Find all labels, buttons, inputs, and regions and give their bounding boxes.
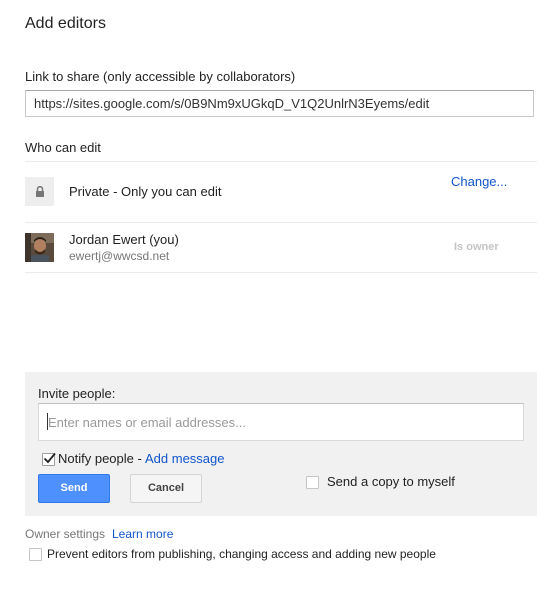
divider [25,272,537,273]
owner-settings-label: Owner settings [25,527,106,541]
avatar [25,233,54,262]
user-name: Jordan Ewert (you) [69,232,179,247]
who-can-edit-label: Who can edit [25,140,101,155]
prevent-editors-label: Prevent editors from publishing, changin… [47,547,436,561]
change-visibility-link[interactable]: Change... [451,174,507,189]
cancel-button[interactable]: Cancel [130,474,202,503]
learn-more-link[interactable]: Learn more [112,527,173,541]
link-share-label: Link to share (only accessible by collab… [25,69,296,84]
visibility-icon-box [25,177,54,206]
add-message-link[interactable]: Add message [145,451,225,466]
send-copy-checkbox[interactable] [306,476,319,489]
invite-label: Invite people: [38,386,116,401]
send-button[interactable]: Send [38,474,110,503]
divider [25,161,537,162]
prevent-editors-checkbox[interactable] [29,548,42,561]
notify-label: Notify people - [58,451,142,466]
divider [25,222,537,223]
user-role-badge: Is owner [454,241,499,253]
link-share-field[interactable]: https://sites.google.com/s/0B9Nm9xUGkqD_… [25,90,534,117]
user-email: ewertj@wwcsd.net [69,249,170,263]
send-copy-label: Send a copy to myself [327,474,455,489]
invite-input[interactable] [38,403,524,441]
dialog-title: Add editors [25,15,106,32]
visibility-text: Private - Only you can edit [69,184,222,199]
notify-checkbox[interactable] [42,452,56,466]
text-cursor [47,413,48,430]
lock-icon [35,186,44,197]
checkmark-icon [43,452,56,464]
